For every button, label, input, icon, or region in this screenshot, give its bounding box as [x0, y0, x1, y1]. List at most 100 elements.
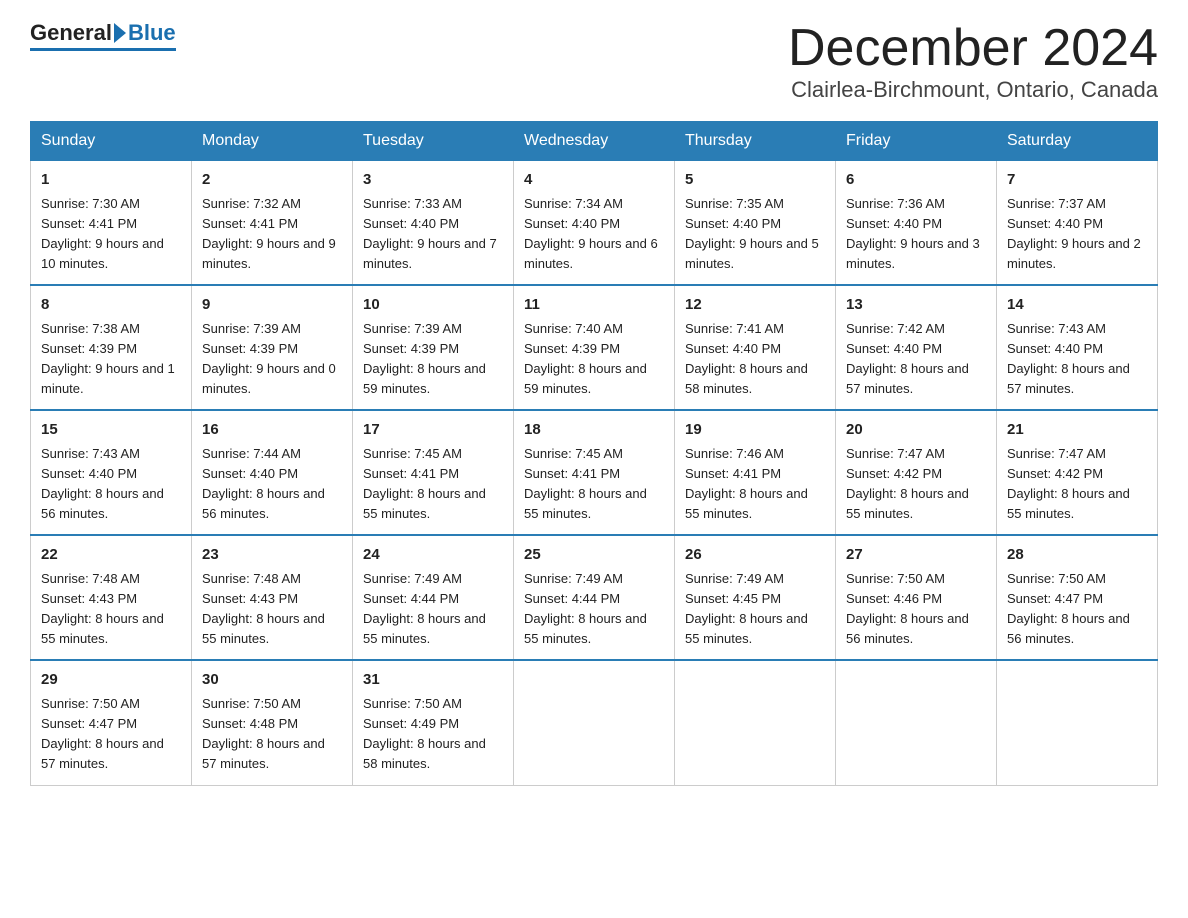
day-info: Sunrise: 7:32 AMSunset: 4:41 PMDaylight:… [202, 196, 336, 271]
day-info: Sunrise: 7:39 AMSunset: 4:39 PMDaylight:… [363, 321, 486, 396]
logo-arrow-icon [114, 23, 126, 43]
logo-underline [30, 48, 176, 51]
calendar-cell: 4 Sunrise: 7:34 AMSunset: 4:40 PMDayligh… [514, 161, 675, 286]
day-number: 24 [363, 544, 503, 567]
calendar-cell [997, 660, 1158, 785]
day-number: 20 [846, 419, 986, 442]
day-info: Sunrise: 7:49 AMSunset: 4:44 PMDaylight:… [363, 571, 486, 646]
calendar-cell: 1 Sunrise: 7:30 AMSunset: 4:41 PMDayligh… [31, 161, 192, 286]
day-number: 29 [41, 669, 181, 692]
logo: General Blue [30, 20, 176, 51]
calendar-cell: 2 Sunrise: 7:32 AMSunset: 4:41 PMDayligh… [192, 161, 353, 286]
day-info: Sunrise: 7:49 AMSunset: 4:44 PMDaylight:… [524, 571, 647, 646]
day-info: Sunrise: 7:35 AMSunset: 4:40 PMDaylight:… [685, 196, 819, 271]
weekday-header-tuesday: Tuesday [353, 122, 514, 161]
calendar-cell: 18 Sunrise: 7:45 AMSunset: 4:41 PMDaylig… [514, 410, 675, 535]
calendar-cell: 27 Sunrise: 7:50 AMSunset: 4:46 PMDaylig… [836, 535, 997, 660]
day-info: Sunrise: 7:39 AMSunset: 4:39 PMDaylight:… [202, 321, 336, 396]
day-info: Sunrise: 7:47 AMSunset: 4:42 PMDaylight:… [846, 446, 969, 521]
weekday-header-wednesday: Wednesday [514, 122, 675, 161]
week-row-3: 15 Sunrise: 7:43 AMSunset: 4:40 PMDaylig… [31, 410, 1158, 535]
calendar-cell: 21 Sunrise: 7:47 AMSunset: 4:42 PMDaylig… [997, 410, 1158, 535]
calendar-cell [514, 660, 675, 785]
calendar-cell: 8 Sunrise: 7:38 AMSunset: 4:39 PMDayligh… [31, 285, 192, 410]
day-info: Sunrise: 7:50 AMSunset: 4:47 PMDaylight:… [1007, 571, 1130, 646]
day-number: 26 [685, 544, 825, 567]
calendar-cell: 9 Sunrise: 7:39 AMSunset: 4:39 PMDayligh… [192, 285, 353, 410]
calendar-cell: 28 Sunrise: 7:50 AMSunset: 4:47 PMDaylig… [997, 535, 1158, 660]
week-row-4: 22 Sunrise: 7:48 AMSunset: 4:43 PMDaylig… [31, 535, 1158, 660]
weekday-header-friday: Friday [836, 122, 997, 161]
logo-general-text: General [30, 20, 112, 46]
day-number: 10 [363, 294, 503, 317]
day-info: Sunrise: 7:48 AMSunset: 4:43 PMDaylight:… [202, 571, 325, 646]
calendar-cell: 16 Sunrise: 7:44 AMSunset: 4:40 PMDaylig… [192, 410, 353, 535]
page-header: General Blue December 2024 Clairlea-Birc… [30, 20, 1158, 103]
day-info: Sunrise: 7:41 AMSunset: 4:40 PMDaylight:… [685, 321, 808, 396]
day-info: Sunrise: 7:34 AMSunset: 4:40 PMDaylight:… [524, 196, 658, 271]
day-info: Sunrise: 7:50 AMSunset: 4:46 PMDaylight:… [846, 571, 969, 646]
day-number: 12 [685, 294, 825, 317]
day-number: 15 [41, 419, 181, 442]
day-info: Sunrise: 7:43 AMSunset: 4:40 PMDaylight:… [41, 446, 164, 521]
calendar-cell: 15 Sunrise: 7:43 AMSunset: 4:40 PMDaylig… [31, 410, 192, 535]
day-info: Sunrise: 7:50 AMSunset: 4:49 PMDaylight:… [363, 696, 486, 771]
day-info: Sunrise: 7:46 AMSunset: 4:41 PMDaylight:… [685, 446, 808, 521]
calendar-cell: 6 Sunrise: 7:36 AMSunset: 4:40 PMDayligh… [836, 161, 997, 286]
day-number: 25 [524, 544, 664, 567]
day-info: Sunrise: 7:48 AMSunset: 4:43 PMDaylight:… [41, 571, 164, 646]
day-info: Sunrise: 7:45 AMSunset: 4:41 PMDaylight:… [363, 446, 486, 521]
day-number: 5 [685, 169, 825, 192]
calendar-cell: 13 Sunrise: 7:42 AMSunset: 4:40 PMDaylig… [836, 285, 997, 410]
day-info: Sunrise: 7:49 AMSunset: 4:45 PMDaylight:… [685, 571, 808, 646]
week-row-2: 8 Sunrise: 7:38 AMSunset: 4:39 PMDayligh… [31, 285, 1158, 410]
title-block: December 2024 Clairlea-Birchmount, Ontar… [788, 20, 1158, 103]
day-number: 30 [202, 669, 342, 692]
day-number: 3 [363, 169, 503, 192]
day-number: 23 [202, 544, 342, 567]
weekday-header-row: SundayMondayTuesdayWednesdayThursdayFrid… [31, 122, 1158, 161]
calendar-cell: 17 Sunrise: 7:45 AMSunset: 4:41 PMDaylig… [353, 410, 514, 535]
calendar-cell: 23 Sunrise: 7:48 AMSunset: 4:43 PMDaylig… [192, 535, 353, 660]
calendar-cell: 30 Sunrise: 7:50 AMSunset: 4:48 PMDaylig… [192, 660, 353, 785]
logo-blue-text: Blue [128, 20, 176, 46]
calendar-table: SundayMondayTuesdayWednesdayThursdayFrid… [30, 121, 1158, 785]
calendar-cell [836, 660, 997, 785]
calendar-cell: 25 Sunrise: 7:49 AMSunset: 4:44 PMDaylig… [514, 535, 675, 660]
calendar-cell: 7 Sunrise: 7:37 AMSunset: 4:40 PMDayligh… [997, 161, 1158, 286]
day-info: Sunrise: 7:36 AMSunset: 4:40 PMDaylight:… [846, 196, 980, 271]
day-info: Sunrise: 7:50 AMSunset: 4:48 PMDaylight:… [202, 696, 325, 771]
weekday-header-saturday: Saturday [997, 122, 1158, 161]
day-number: 22 [41, 544, 181, 567]
day-info: Sunrise: 7:45 AMSunset: 4:41 PMDaylight:… [524, 446, 647, 521]
day-number: 21 [1007, 419, 1147, 442]
day-number: 1 [41, 169, 181, 192]
location-title: Clairlea-Birchmount, Ontario, Canada [788, 77, 1158, 103]
day-info: Sunrise: 7:33 AMSunset: 4:40 PMDaylight:… [363, 196, 497, 271]
day-info: Sunrise: 7:38 AMSunset: 4:39 PMDaylight:… [41, 321, 175, 396]
day-info: Sunrise: 7:47 AMSunset: 4:42 PMDaylight:… [1007, 446, 1130, 521]
day-info: Sunrise: 7:42 AMSunset: 4:40 PMDaylight:… [846, 321, 969, 396]
day-number: 17 [363, 419, 503, 442]
day-info: Sunrise: 7:37 AMSunset: 4:40 PMDaylight:… [1007, 196, 1141, 271]
day-number: 7 [1007, 169, 1147, 192]
day-info: Sunrise: 7:50 AMSunset: 4:47 PMDaylight:… [41, 696, 164, 771]
day-info: Sunrise: 7:44 AMSunset: 4:40 PMDaylight:… [202, 446, 325, 521]
calendar-cell: 22 Sunrise: 7:48 AMSunset: 4:43 PMDaylig… [31, 535, 192, 660]
day-info: Sunrise: 7:30 AMSunset: 4:41 PMDaylight:… [41, 196, 164, 271]
weekday-header-monday: Monday [192, 122, 353, 161]
day-info: Sunrise: 7:43 AMSunset: 4:40 PMDaylight:… [1007, 321, 1130, 396]
calendar-cell: 24 Sunrise: 7:49 AMSunset: 4:44 PMDaylig… [353, 535, 514, 660]
day-number: 19 [685, 419, 825, 442]
month-title: December 2024 [788, 20, 1158, 77]
day-number: 31 [363, 669, 503, 692]
week-row-1: 1 Sunrise: 7:30 AMSunset: 4:41 PMDayligh… [31, 161, 1158, 286]
calendar-cell: 31 Sunrise: 7:50 AMSunset: 4:49 PMDaylig… [353, 660, 514, 785]
week-row-5: 29 Sunrise: 7:50 AMSunset: 4:47 PMDaylig… [31, 660, 1158, 785]
day-number: 11 [524, 294, 664, 317]
day-number: 14 [1007, 294, 1147, 317]
weekday-header-thursday: Thursday [675, 122, 836, 161]
day-number: 9 [202, 294, 342, 317]
day-number: 2 [202, 169, 342, 192]
calendar-cell: 19 Sunrise: 7:46 AMSunset: 4:41 PMDaylig… [675, 410, 836, 535]
